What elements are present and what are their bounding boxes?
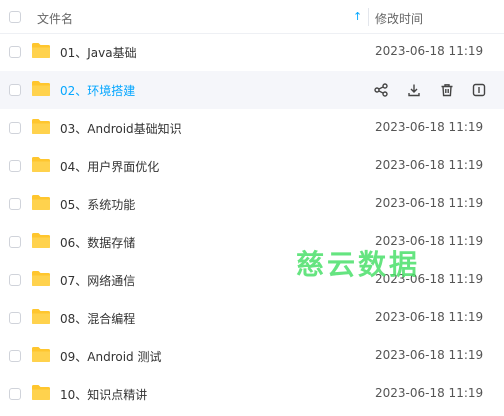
folder-icon[interactable] bbox=[31, 42, 51, 59]
folder-icon[interactable] bbox=[31, 384, 51, 401]
file-name[interactable]: 10、知识点精讲 bbox=[60, 386, 147, 403]
file-row[interactable]: 04、用户界面优化 2023-06-18 11:19 bbox=[0, 147, 504, 185]
folder-icon[interactable] bbox=[31, 118, 51, 135]
file-row[interactable]: 10、知识点精讲 2023-06-18 11:19 bbox=[0, 375, 504, 413]
file-name[interactable]: 05、系统功能 bbox=[60, 196, 135, 213]
modified-time: 2023-06-18 11:19 bbox=[375, 120, 484, 134]
file-name[interactable]: 07、网络通信 bbox=[60, 272, 135, 289]
row-checkbox[interactable] bbox=[9, 46, 21, 58]
file-row[interactable]: 02、环境搭建 bbox=[0, 71, 504, 109]
delete-icon[interactable] bbox=[438, 81, 456, 99]
modified-time: 2023-06-18 11:19 bbox=[375, 44, 484, 58]
share-icon[interactable] bbox=[372, 81, 390, 99]
file-name[interactable]: 01、Java基础 bbox=[60, 44, 137, 61]
folder-icon[interactable] bbox=[31, 232, 51, 249]
modified-time: 2023-06-18 11:19 bbox=[375, 348, 484, 362]
folder-icon[interactable] bbox=[31, 194, 51, 211]
row-checkbox[interactable] bbox=[9, 160, 21, 172]
row-checkbox[interactable] bbox=[9, 350, 21, 362]
row-checkbox[interactable] bbox=[9, 198, 21, 210]
row-checkbox[interactable] bbox=[9, 84, 21, 96]
file-row[interactable]: 03、Android基础知识 2023-06-18 11:19 bbox=[0, 109, 504, 147]
file-row[interactable]: 08、混合编程 2023-06-18 11:19 bbox=[0, 299, 504, 337]
row-checkbox[interactable] bbox=[9, 388, 21, 400]
modified-time: 2023-06-18 11:19 bbox=[375, 158, 484, 172]
file-row[interactable]: 06、数据存储 2023-06-18 11:19 bbox=[0, 223, 504, 261]
file-name[interactable]: 04、用户界面优化 bbox=[60, 158, 159, 175]
download-icon[interactable] bbox=[405, 81, 423, 99]
file-row[interactable]: 05、系统功能 2023-06-18 11:19 bbox=[0, 185, 504, 223]
watermark: 慈云数据 bbox=[296, 248, 421, 281]
column-header-name[interactable]: 文件名 bbox=[37, 10, 73, 27]
row-checkbox[interactable] bbox=[9, 122, 21, 134]
folder-icon[interactable] bbox=[31, 346, 51, 363]
folder-icon[interactable] bbox=[31, 80, 51, 97]
modified-time: 2023-06-18 11:19 bbox=[375, 196, 484, 210]
column-divider[interactable] bbox=[368, 8, 369, 26]
file-name[interactable]: 06、数据存储 bbox=[60, 234, 135, 251]
file-name[interactable]: 03、Android基础知识 bbox=[60, 120, 182, 137]
modified-time: 2023-06-18 11:19 bbox=[375, 386, 484, 400]
file-list-header: 文件名 ↑ 修改时间 bbox=[0, 0, 504, 34]
file-row[interactable]: 01、Java基础 2023-06-18 11:19 bbox=[0, 33, 504, 71]
file-name[interactable]: 02、环境搭建 bbox=[60, 82, 135, 99]
file-row[interactable]: 07、网络通信 2023-06-18 11:19 bbox=[0, 261, 504, 299]
arrow-up-icon[interactable]: ↑ bbox=[353, 10, 362, 24]
file-name[interactable]: 09、Android 测试 bbox=[60, 348, 161, 365]
select-all-checkbox[interactable] bbox=[9, 11, 21, 23]
modified-time: 2023-06-18 11:19 bbox=[375, 310, 484, 324]
folder-icon[interactable] bbox=[31, 270, 51, 287]
folder-icon[interactable] bbox=[31, 308, 51, 325]
file-row[interactable]: 09、Android 测试 2023-06-18 11:19 bbox=[0, 337, 504, 375]
row-checkbox[interactable] bbox=[9, 312, 21, 324]
more-icon[interactable] bbox=[470, 81, 488, 99]
row-checkbox[interactable] bbox=[9, 274, 21, 286]
folder-icon[interactable] bbox=[31, 156, 51, 173]
file-name[interactable]: 08、混合编程 bbox=[60, 310, 135, 327]
column-header-modified-time[interactable]: 修改时间 bbox=[375, 10, 423, 27]
row-checkbox[interactable] bbox=[9, 236, 21, 248]
